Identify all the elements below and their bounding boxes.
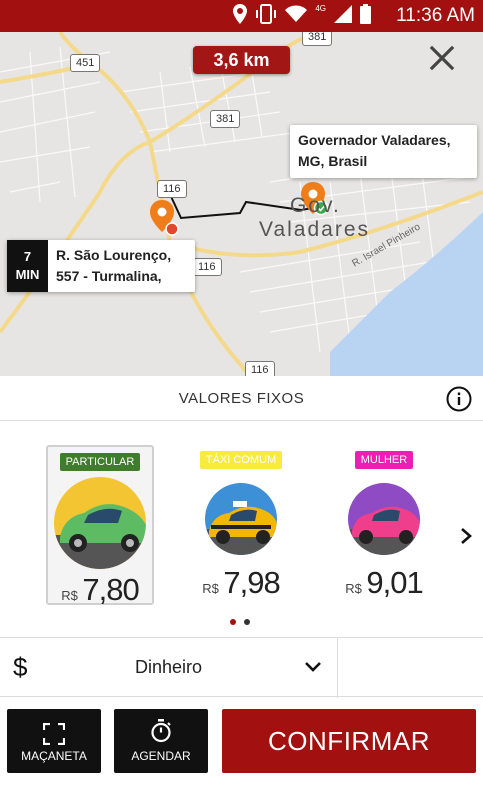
option-price: R$ 7,80 [48,572,152,608]
eta-value: 7 [23,249,32,264]
payment-selector[interactable]: $ Dinheiro [0,637,483,698]
dollar-icon: $ [13,652,28,682]
price-currency: R$ [61,588,78,603]
stopwatch-icon [151,719,171,743]
schedule-label: AGENDAR [131,749,191,763]
app-screen: 4G 11:36 AM 451 381 381 116 116 116 Gov.… [0,0,483,800]
divider [337,638,338,698]
road-shield: 116 [192,258,222,276]
taxi-icon [205,483,277,555]
destination-line2: MG, Brasil [298,153,368,169]
status-bar: 4G 11:36 AM [0,0,483,32]
option-particular[interactable]: PARTICULAR R$ 7,80 [46,445,154,608]
pager-dot-active [230,619,236,625]
section-title: VALORES FIXOS [178,390,305,407]
location-icon [233,4,248,24]
confirm-button[interactable]: CONFIRMAR [222,709,476,773]
destination-callout[interactable]: Governador Valadares, MG, Brasil [290,125,477,178]
network-type: 4G [315,3,326,13]
eta-unit: MIN [15,267,40,282]
info-icon[interactable] [446,386,472,412]
scan-frame-icon [43,723,65,745]
vehicle-options: PARTICULAR R$ 7,80 TÁXI COMUM R$ 7,98 MU… [0,421,483,636]
option-tag: MULHER [354,451,414,469]
eta-badge: 7 MIN [7,240,48,292]
origin-line2: 557 - Turmalina, [56,268,162,284]
car-icon [54,477,146,569]
chevron-right-icon[interactable] [458,526,474,546]
road-shield: 116 [157,180,187,198]
option-price: R$ 9,01 [330,565,438,601]
price-value: 7,80 [82,572,139,607]
option-tag: PARTICULAR [59,453,141,471]
wifi-icon [285,5,308,22]
road-shield: 451 [70,54,101,72]
price-currency: R$ [202,581,219,596]
price-value: 9,01 [366,565,423,600]
road-shield: 116 [245,361,275,376]
city-label: Valadares [259,218,371,241]
pager-dots [230,619,250,625]
signal-icon [334,5,352,23]
pager-dot [244,619,250,625]
price-value: 7,98 [223,565,280,600]
option-price: R$ 7,98 [187,565,295,601]
car-pink-icon [348,483,420,555]
distance-badge: 3,6 km [193,46,290,74]
origin-address: R. São Lourenço, 557 - Turmalina, [48,240,179,292]
chevron-down-icon[interactable] [304,660,322,674]
status-icons: 4G [233,4,371,24]
destination-line1: Governador Valadares, [298,132,451,148]
schedule-button[interactable]: AGENDAR [114,709,208,773]
route-map[interactable]: 451 381 381 116 116 116 Gov. Valadares R… [0,32,483,376]
option-taxi-comum[interactable]: TÁXI COMUM R$ 7,98 [187,445,295,605]
close-icon[interactable] [424,40,460,76]
price-currency: R$ [345,581,362,596]
road-shield: 381 [210,110,241,128]
clock: 11:36 AM [396,5,475,26]
payment-method: Dinheiro [135,657,203,677]
vibrate-icon [256,4,277,24]
section-header: VALORES FIXOS [0,376,483,421]
city-label: Gov. [290,194,341,217]
battery-icon [360,4,371,24]
road-shield: 381 [302,32,333,46]
option-mulher[interactable]: MULHER R$ 9,01 [330,445,438,605]
handle-button[interactable]: MAÇANETA [7,709,101,773]
origin-callout[interactable]: 7 MIN R. São Lourenço, 557 - Turmalina, [7,240,195,292]
origin-line1: R. São Lourenço, [56,247,172,263]
handle-label: MAÇANETA [21,749,87,763]
option-tag: TÁXI COMUM [199,451,283,469]
map-canvas [0,32,483,376]
